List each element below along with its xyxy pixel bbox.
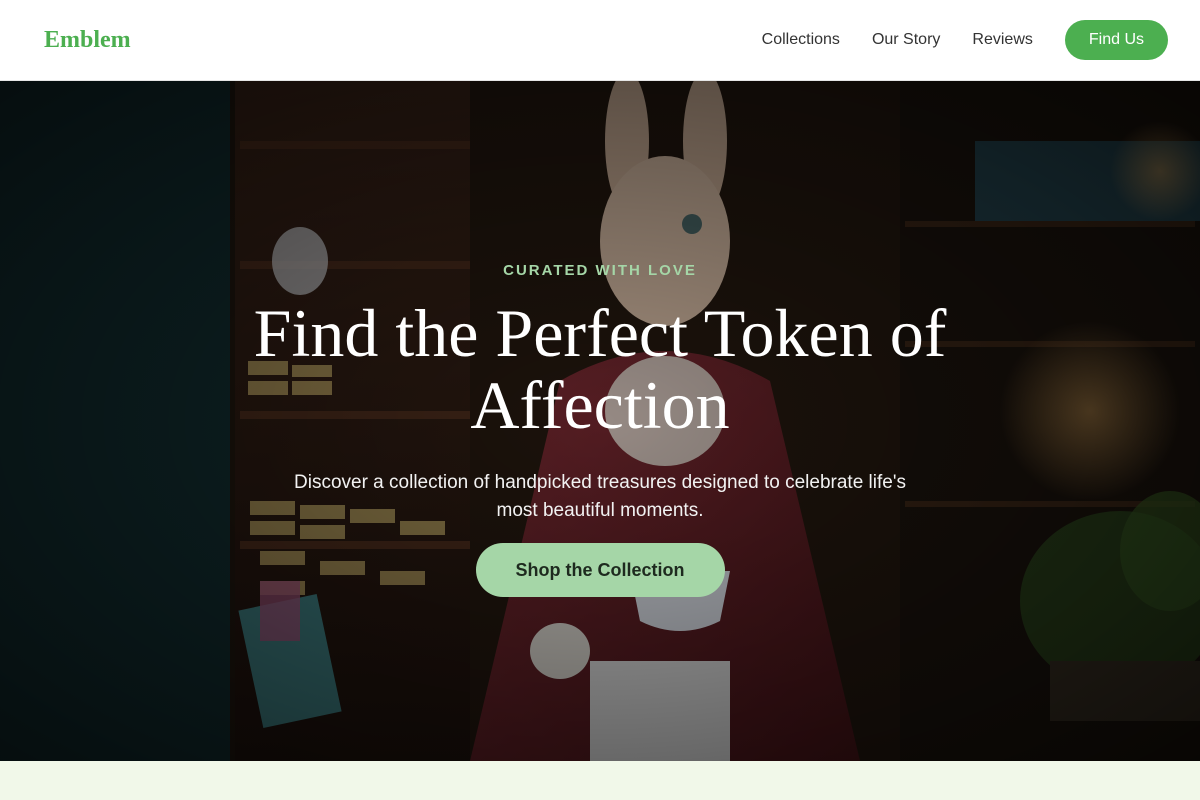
shop-collection-button[interactable]: Shop the Collection <box>475 543 725 597</box>
hero-content: CURATED WITH LOVE Find the Perfect Token… <box>0 81 1200 761</box>
find-us-button[interactable]: Find Us <box>1064 20 1168 60</box>
main-nav: Collections Our Story Reviews Find Us <box>762 20 1168 60</box>
hero-subtext: Discover a collection of handpicked trea… <box>294 472 906 521</box>
nav-link-our-story[interactable]: Our Story <box>872 31 940 49</box>
hero-eyebrow: CURATED WITH LOVE <box>503 262 697 279</box>
hero-section: CURATED WITH LOVE Find the Perfect Token… <box>0 81 1200 761</box>
nav-link-reviews[interactable]: Reviews <box>972 31 1032 49</box>
site-header: Emblem Collections Our Story Reviews Fin… <box>0 0 1200 81</box>
nav-link-collections[interactable]: Collections <box>762 31 840 49</box>
next-section-band <box>0 761 1200 800</box>
brand-logo[interactable]: Emblem <box>44 27 131 54</box>
hero-headline: Find the Perfect Token of Affection <box>253 295 947 443</box>
